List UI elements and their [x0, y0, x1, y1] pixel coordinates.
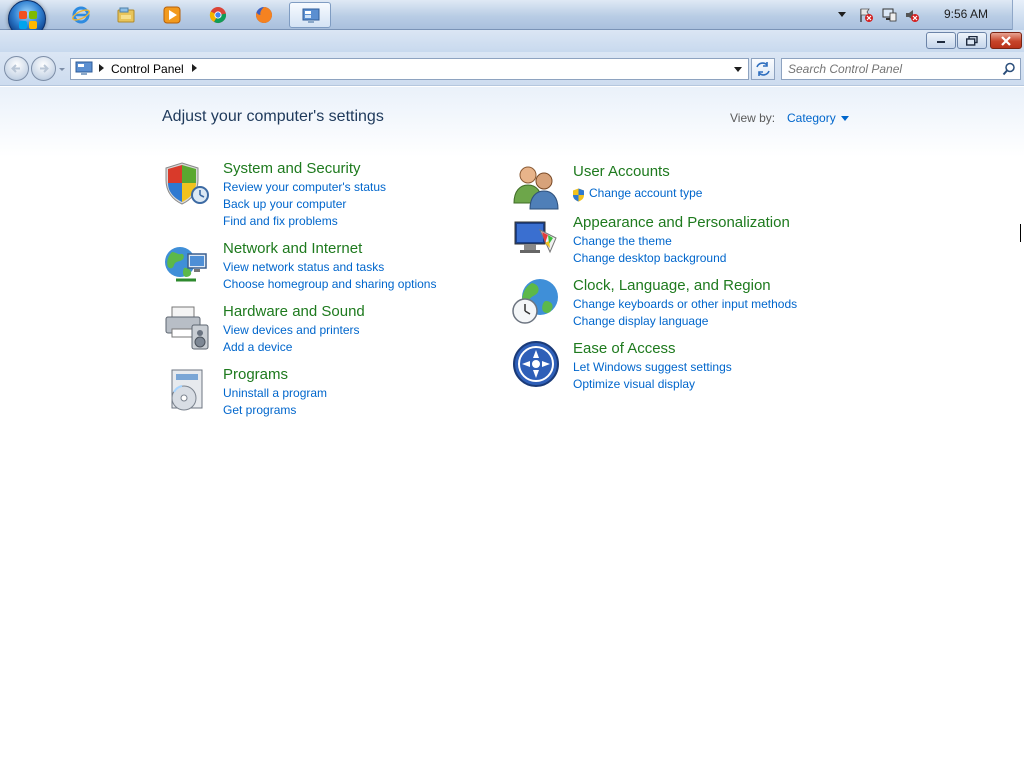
- category-network-and-internet: Network and Internet View network status…: [162, 240, 462, 292]
- link-change-keyboards[interactable]: Change keyboards or other input methods: [573, 297, 797, 311]
- link-review-status[interactable]: Review your computer's status: [223, 180, 386, 194]
- taskbar-internet-explorer[interactable]: [60, 2, 102, 28]
- minimize-icon: [937, 40, 945, 43]
- link-uninstall-program[interactable]: Uninstall a program: [223, 386, 327, 400]
- internet-explorer-icon: [72, 6, 90, 24]
- firefox-icon: [255, 7, 272, 23]
- forward-arrow-icon: [40, 64, 49, 73]
- volume-muted-icon[interactable]: [904, 7, 920, 23]
- category-title[interactable]: System and Security: [223, 160, 361, 177]
- minimize-button[interactable]: [926, 32, 956, 49]
- category-title[interactable]: User Accounts: [573, 163, 670, 180]
- category-title[interactable]: Hardware and Sound: [223, 303, 365, 320]
- search-input[interactable]: [788, 61, 994, 77]
- breadcrumb-control-panel[interactable]: Control Panel: [111, 62, 184, 76]
- address-dropdown-icon[interactable]: [734, 67, 742, 72]
- user-accounts-icon[interactable]: [512, 163, 560, 211]
- mouse-cursor: [1020, 224, 1024, 242]
- close-icon: [1001, 35, 1011, 46]
- view-by-dropdown-icon[interactable]: [841, 116, 849, 121]
- search-box[interactable]: [781, 58, 1021, 80]
- taskbar: 9:56 AM: [0, 0, 1024, 38]
- link-find-fix-problems[interactable]: Find and fix problems: [223, 214, 338, 228]
- network-globe-icon[interactable]: [162, 240, 210, 288]
- view-by-selector[interactable]: Category: [787, 111, 836, 125]
- show-desktop-button[interactable]: [1012, 0, 1024, 30]
- back-arrow-icon: [11, 64, 20, 73]
- printer-speaker-icon[interactable]: [162, 303, 210, 351]
- taskbar-media-player[interactable]: [151, 2, 193, 28]
- category-title[interactable]: Ease of Access: [573, 340, 676, 357]
- action-center-flag-icon[interactable]: [858, 7, 874, 23]
- view-by-label: View by:: [730, 111, 776, 125]
- control-panel-icon: [75, 61, 93, 75]
- link-devices-printers[interactable]: View devices and printers: [223, 323, 360, 337]
- category-title[interactable]: Clock, Language, and Region: [573, 277, 771, 294]
- show-hidden-icons-icon[interactable]: [837, 9, 847, 19]
- category-user-accounts: User Accounts Change account type: [512, 163, 842, 211]
- taskbar-firefox[interactable]: [243, 2, 285, 28]
- link-windows-suggest-settings[interactable]: Let Windows suggest settings: [573, 360, 732, 374]
- system-tray: 9:56 AM: [834, 0, 1024, 30]
- refresh-icon: [756, 62, 770, 76]
- link-get-programs[interactable]: Get programs: [223, 403, 296, 417]
- uac-shield-icon: [573, 188, 584, 202]
- refresh-button[interactable]: [751, 58, 775, 80]
- taskbar-chrome[interactable]: [197, 2, 239, 28]
- recent-pages-dropdown-icon[interactable]: [58, 64, 66, 74]
- close-button[interactable]: [990, 32, 1022, 49]
- window-caption: [0, 30, 1024, 52]
- link-add-device[interactable]: Add a device: [223, 340, 292, 354]
- windows-logo-icon: [19, 11, 37, 29]
- forward-button[interactable]: [31, 56, 56, 81]
- back-button[interactable]: [4, 56, 29, 81]
- category-ease-of-access: Ease of Access Let Windows suggest setti…: [512, 340, 842, 392]
- control-panel-icon: [302, 8, 320, 23]
- appearance-monitor-icon[interactable]: [512, 214, 560, 262]
- category-title[interactable]: Appearance and Personalization: [573, 214, 790, 231]
- ease-of-access-icon[interactable]: [512, 340, 560, 388]
- category-hardware-and-sound: Hardware and Sound View devices and prin…: [162, 303, 462, 355]
- link-back-up[interactable]: Back up your computer: [223, 197, 346, 211]
- taskbar-control-panel[interactable]: [289, 2, 331, 28]
- link-change-theme[interactable]: Change the theme: [573, 234, 672, 248]
- category-programs: Programs Uninstall a program Get program…: [162, 366, 462, 418]
- category-title[interactable]: Programs: [223, 366, 288, 383]
- clock-globe-icon[interactable]: [512, 277, 560, 325]
- restore-icon: [966, 35, 978, 46]
- category-appearance-personalization: Appearance and Personalization Change th…: [512, 214, 842, 266]
- taskbar-windows-explorer[interactable]: [105, 2, 147, 28]
- category-clock-language-region: Clock, Language, and Region Change keybo…: [512, 277, 842, 329]
- page-title: Adjust your computer's settings: [162, 108, 384, 125]
- breadcrumb-separator-icon[interactable]: [99, 64, 104, 72]
- category-title[interactable]: Network and Internet: [223, 240, 362, 257]
- link-homegroup-sharing[interactable]: Choose homegroup and sharing options: [223, 277, 436, 291]
- programs-disc-icon[interactable]: [162, 366, 210, 414]
- network-icon[interactable]: [881, 7, 897, 23]
- address-bar[interactable]: Control Panel: [70, 58, 749, 80]
- link-change-account-type[interactable]: Change account type: [589, 186, 702, 200]
- media-player-icon: [163, 6, 181, 24]
- link-optimize-visual-display[interactable]: Optimize visual display: [573, 377, 695, 391]
- search-icon[interactable]: [1002, 62, 1016, 76]
- chrome-icon: [209, 7, 227, 23]
- navigation-bar: Control Panel: [0, 52, 1024, 86]
- clock[interactable]: 9:56 AM: [944, 7, 988, 21]
- link-change-background[interactable]: Change desktop background: [573, 251, 726, 265]
- folder-icon: [117, 7, 135, 23]
- breadcrumb-expand-icon[interactable]: [192, 64, 197, 72]
- security-shield-icon[interactable]: [162, 160, 210, 208]
- link-view-network-status[interactable]: View network status and tasks: [223, 260, 384, 274]
- category-system-and-security: System and Security Review your computer…: [162, 160, 462, 230]
- control-panel-content: Adjust your computer's settings View by:…: [0, 87, 1024, 768]
- restore-button[interactable]: [957, 32, 987, 49]
- link-change-display-language[interactable]: Change display language: [573, 314, 708, 328]
